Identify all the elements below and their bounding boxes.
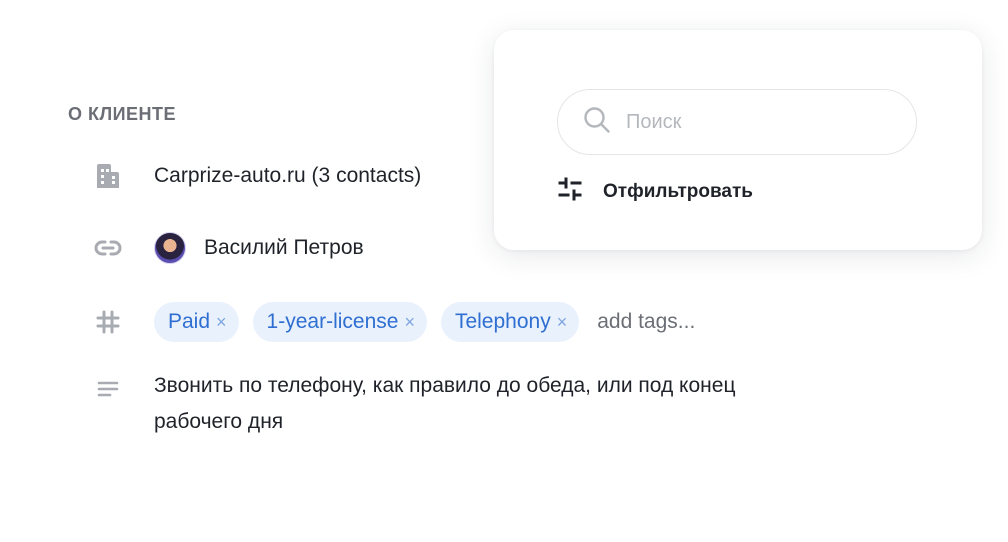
text-lines-icon <box>90 372 126 408</box>
remove-tag-icon[interactable]: × <box>557 313 568 331</box>
avatar <box>154 232 186 264</box>
search-popover: Отфильтровать <box>494 30 982 250</box>
search-box[interactable] <box>557 89 917 155</box>
filter-label: Отфильтровать <box>603 180 753 202</box>
search-input[interactable] <box>626 110 886 134</box>
tag-label: Paid <box>168 310 211 333</box>
tag-chip[interactable]: Paid × <box>154 302 239 342</box>
add-tags-input[interactable]: add tags... <box>597 310 695 334</box>
filter-button[interactable]: Отфильтровать <box>557 176 753 207</box>
remove-tag-icon[interactable]: × <box>216 313 227 331</box>
tag-label: Telephony <box>454 310 551 333</box>
contact-row: Василий Петров <box>90 230 364 266</box>
note-text[interactable]: Звонить по телефону, как правило до обед… <box>154 368 794 440</box>
contact-link[interactable]: Василий Петров <box>154 232 364 264</box>
search-icon <box>582 105 612 140</box>
tags-row: Paid × 1-year-license × Telephony × add … <box>90 302 695 342</box>
tag-chip[interactable]: 1-year-license × <box>252 302 427 342</box>
building-icon <box>90 158 126 194</box>
company-link[interactable]: Carprize-auto.ru (3 contacts) <box>154 164 421 188</box>
contact-name: Василий Петров <box>204 236 364 259</box>
filter-sliders-icon <box>557 176 583 207</box>
section-title: О КЛИЕНТЕ <box>68 104 177 124</box>
tag-list: Paid × 1-year-license × Telephony × add … <box>154 302 695 342</box>
hash-icon <box>90 304 126 340</box>
link-icon <box>90 230 126 266</box>
tag-chip[interactable]: Telephony × <box>440 302 580 342</box>
note-row: Звонить по телефону, как правило до обед… <box>90 372 794 440</box>
tag-label: 1-year-license <box>266 310 399 333</box>
company-row: Carprize-auto.ru (3 contacts) <box>90 158 421 194</box>
remove-tag-icon[interactable]: × <box>404 313 415 331</box>
